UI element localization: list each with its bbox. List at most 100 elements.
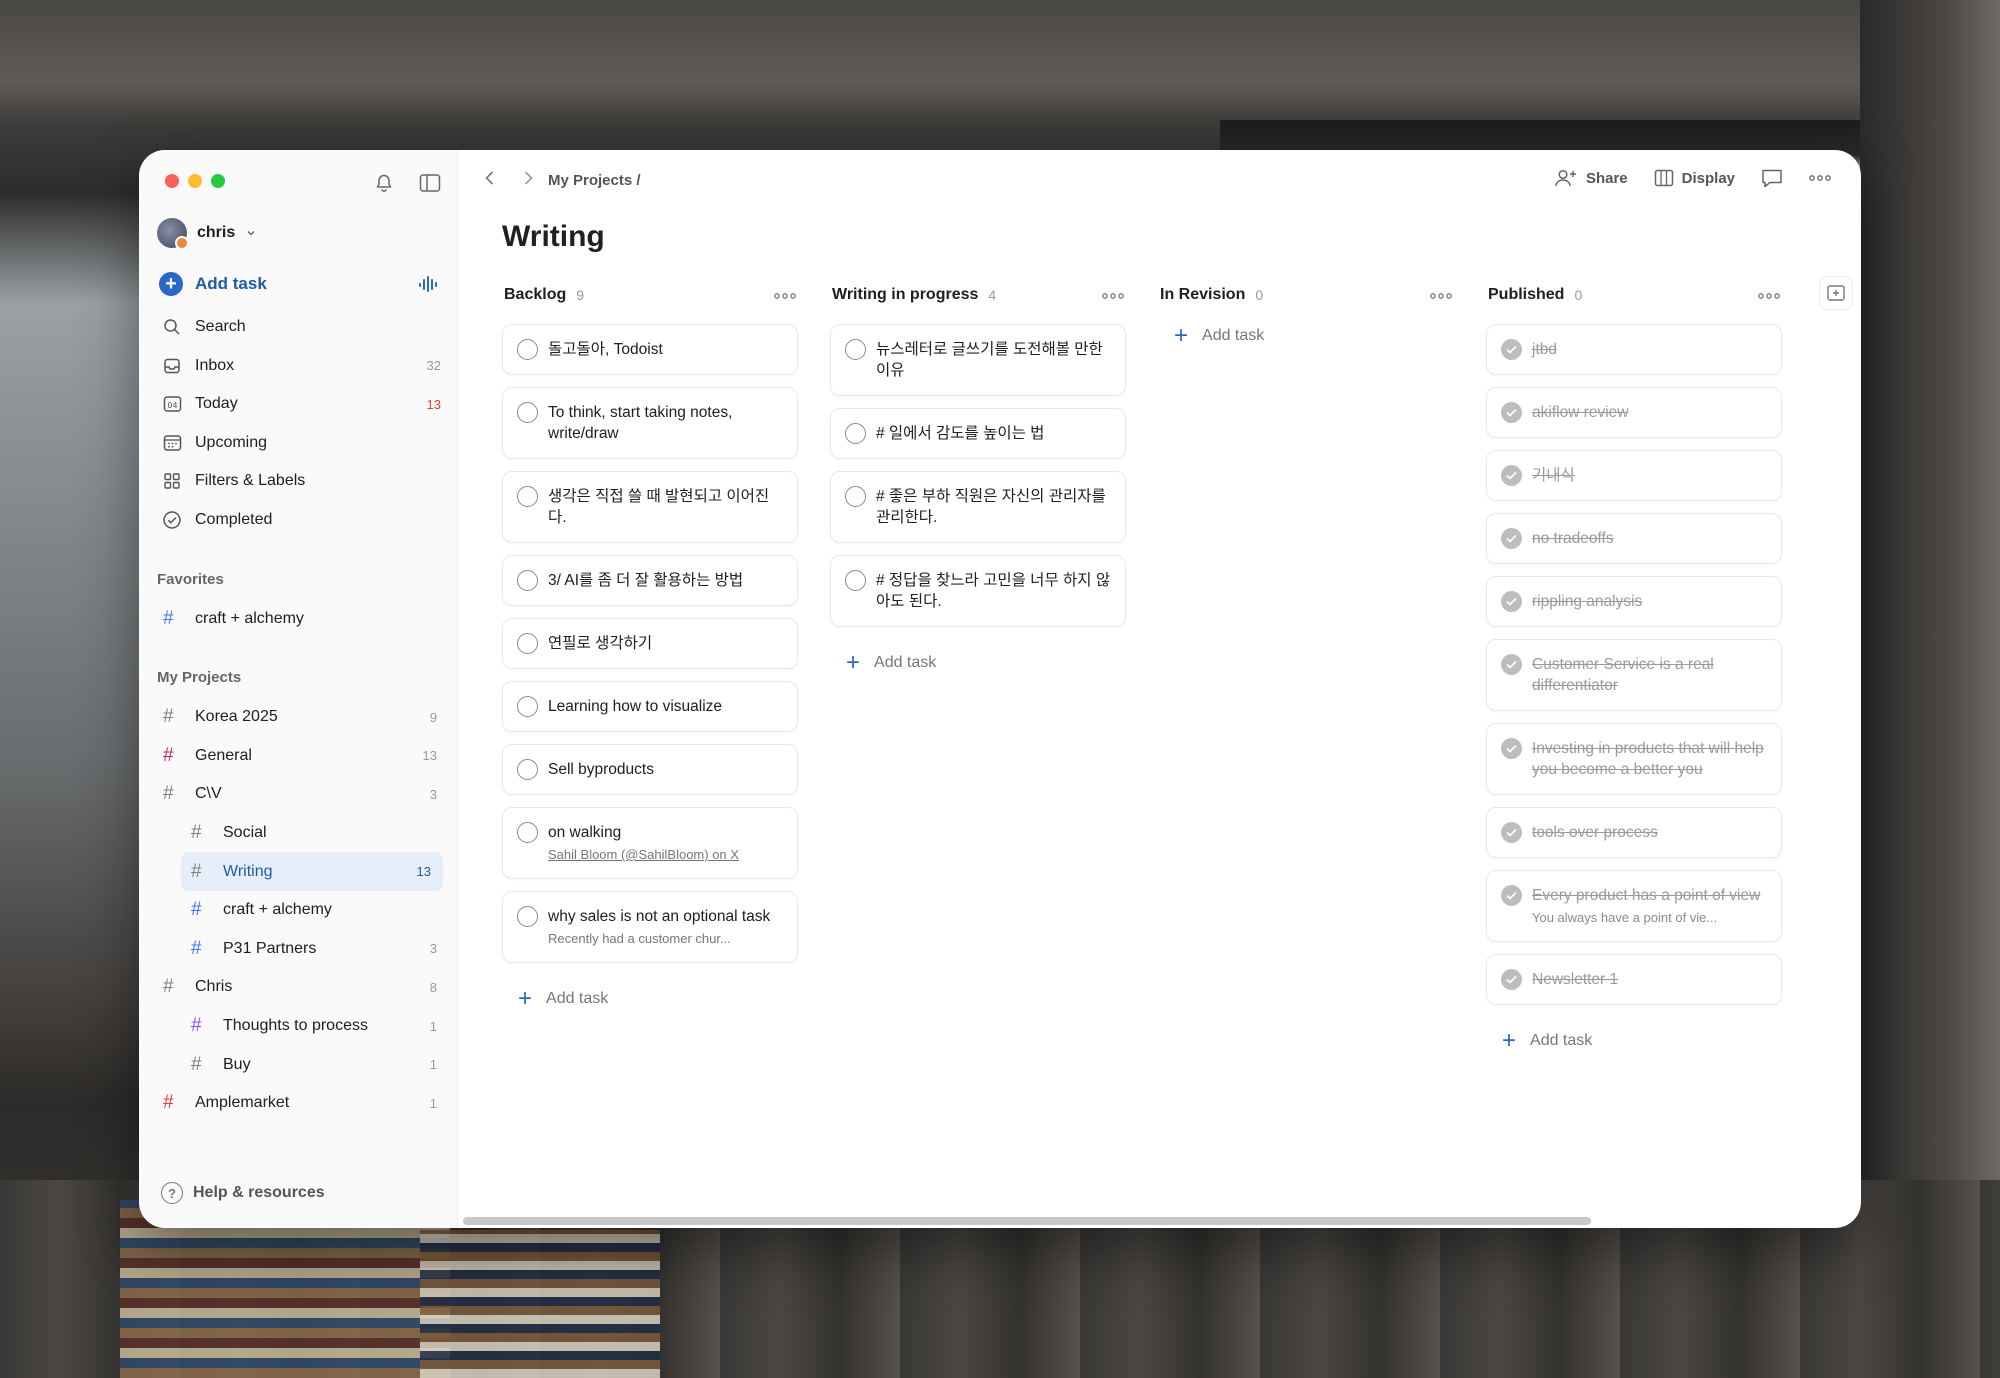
chevron-right-icon[interactable] [518,168,538,188]
add-task-in-column[interactable]: + Add task [1486,1017,1782,1065]
task-card[interactable]: jtbd [1486,324,1782,375]
task-checkbox[interactable] [845,339,866,360]
column-more-button[interactable] [1758,287,1780,303]
project-item[interactable]: # Chris 8 [149,968,449,1007]
help-resources-button[interactable]: ? Help & resources [161,1182,325,1204]
favorite-item[interactable]: # craft + alchemy [149,600,449,639]
task-checkbox[interactable] [517,339,538,360]
completed-checkbox[interactable] [1501,465,1522,486]
project-item[interactable]: # Social [149,814,449,853]
task-card[interactable]: 기내식 [1486,450,1782,501]
completed-checkbox[interactable] [1501,339,1522,360]
task-card[interactable]: akiflow review [1486,387,1782,438]
completed-checkbox[interactable] [1501,591,1522,612]
completed-checkbox[interactable] [1501,528,1522,549]
share-button[interactable]: Share [1554,168,1628,188]
column-more-button[interactable] [1430,287,1452,303]
task-card[interactable]: 돌고돌아, Todoist [502,324,798,375]
nav-completed[interactable]: Completed [149,501,449,540]
task-checkbox[interactable] [517,822,538,843]
project-item[interactable]: # C\V 3 [149,775,449,814]
column-name[interactable]: Backlog [504,286,566,304]
add-task-in-column[interactable]: + Add task [502,975,798,1023]
completed-checkbox[interactable] [1501,885,1522,906]
project-item[interactable]: # Korea 2025 9 [149,698,449,737]
task-card[interactable]: Sell byproducts [502,744,798,795]
task-card[interactable]: Every product has a point of view You alw… [1486,870,1782,942]
notifications-button[interactable] [371,170,397,196]
completed-checkbox[interactable] [1501,654,1522,675]
task-checkbox[interactable] [517,402,538,423]
task-card[interactable]: Investing in products that will help you… [1486,723,1782,795]
completed-checkbox[interactable] [1501,822,1522,843]
task-card[interactable]: 생각은 직접 쓸 때 발현되고 이어진다. [502,471,798,543]
chevron-left-icon[interactable] [480,168,500,188]
completed-checkbox[interactable] [1501,738,1522,759]
task-card[interactable]: Customer Service is a real differentiato… [1486,639,1782,711]
add-section-button[interactable] [1819,276,1853,310]
projects-title[interactable]: My Projects [157,669,241,686]
task-checkbox[interactable] [517,486,538,507]
task-card[interactable]: # 정답을 찾느라 고민을 너무 하지 않아도 된다. [830,555,1126,627]
more-options-button[interactable] [1809,174,1831,182]
task-card[interactable]: # 좋은 부하 직원은 자신의 관리자를 관리한다. [830,471,1126,543]
nav-today[interactable]: 04 Today 13 [149,385,449,424]
add-task-in-column[interactable]: + Add task [830,639,1126,687]
task-card[interactable]: 연필로 생각하기 [502,618,798,669]
project-item[interactable]: # General 13 [149,737,449,776]
close-window-button[interactable] [165,174,179,188]
task-description-link[interactable]: Sahil Bloom (@SahilBloom) on X [548,846,783,864]
ramble-icon[interactable] [417,273,439,295]
comments-button[interactable] [1761,168,1783,188]
minimize-window-button[interactable] [188,174,202,188]
task-card[interactable]: 뉴스레터로 글쓰기를 도전해볼 만한 이유 [830,324,1126,396]
nav-upcoming[interactable]: Upcoming [149,424,449,463]
task-card[interactable]: on walking Sahil Bloom (@SahilBloom) on X [502,807,798,879]
nav-filters-labels[interactable]: Filters & Labels [149,462,449,501]
project-item[interactable]: # P31 Partners 3 [149,930,449,969]
column-name[interactable]: In Revision [1160,286,1245,304]
task-checkbox[interactable] [845,486,866,507]
completed-checkbox[interactable] [1501,969,1522,990]
project-item-writing[interactable]: # Writing 13 [181,852,443,891]
column-name[interactable]: Writing in progress [832,286,978,304]
task-checkbox[interactable] [845,570,866,591]
task-card[interactable]: 3/ AI를 좀 더 잘 활용하는 방법 [502,555,798,606]
breadcrumb[interactable]: My Projects / [548,172,641,189]
completed-checkbox[interactable] [1501,402,1522,423]
horizontal-scrollbar[interactable] [463,1217,1591,1225]
task-card[interactable]: why sales is not an optional task Recentl… [502,891,798,963]
display-button[interactable]: Display [1654,169,1735,187]
user-menu[interactable]: chris [157,218,257,250]
task-checkbox[interactable] [517,906,538,927]
task-card[interactable]: no tradeoffs [1486,513,1782,564]
task-checkbox[interactable] [517,759,538,780]
task-checkbox[interactable] [517,696,538,717]
task-card[interactable]: Newsletter 1 [1486,954,1782,1005]
task-body: Customer Service is a real differentiato… [1532,654,1767,696]
toggle-sidebar-button[interactable] [417,170,443,196]
project-item[interactable]: # Buy 1 [149,1045,449,1084]
zoom-window-button[interactable] [211,174,225,188]
task-card[interactable]: tools over process [1486,807,1782,858]
task-card[interactable]: rippling analysis [1486,576,1782,627]
task-checkbox[interactable] [845,423,866,444]
column-name[interactable]: Published [1488,286,1564,304]
add-task-in-column[interactable]: + Add task [1158,312,1454,360]
add-task-button[interactable]: + Add task [159,272,439,296]
task-card[interactable]: Learning how to visualize [502,681,798,732]
project-item[interactable]: # craft + alchemy [149,891,449,930]
column-cards: jtbd akiflow review 기내식 no tradeoffs ripplin… [1486,324,1782,1005]
project-item[interactable]: # Amplemarket 1 [149,1084,449,1123]
project-item[interactable]: # Thoughts to process 1 [149,1007,449,1046]
column-more-button[interactable] [1102,287,1124,303]
task-checkbox[interactable] [517,570,538,591]
task-checkbox[interactable] [517,633,538,654]
nav-search[interactable]: Search [149,308,449,347]
favorites-title[interactable]: Favorites [157,571,224,588]
task-body: on walking Sahil Bloom (@SahilBloom) on X [548,822,783,864]
task-card[interactable]: # 일에서 감도를 높이는 법 [830,408,1126,459]
nav-inbox[interactable]: Inbox 32 [149,347,449,386]
column-more-button[interactable] [774,287,796,303]
task-card[interactable]: To think, start taking notes, write/draw [502,387,798,459]
